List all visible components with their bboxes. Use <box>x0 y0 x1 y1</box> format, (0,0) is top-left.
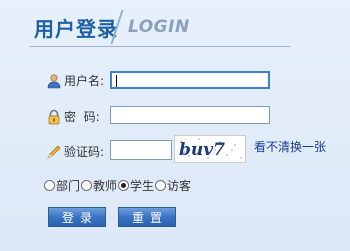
page-title: 用户登录 <box>34 17 118 41</box>
login-panel: 用户登录 LOGIN 用户名: 密 码: 验证码: buv7 看不清换一张 部门… <box>0 0 350 251</box>
captcha-label: 验证码: <box>64 145 105 159</box>
role-label-student: 学生 <box>130 179 155 193</box>
username-label: 用户名: <box>64 74 105 88</box>
captcha-refresh-link[interactable]: 看不清换一张 <box>254 138 326 155</box>
role-option-department[interactable]: 部门 <box>44 177 80 194</box>
role-option-teacher[interactable]: 教师 <box>81 177 117 194</box>
role-label-department: 部门 <box>56 179 81 193</box>
page-title-en: LOGIN <box>128 17 190 37</box>
text-caret <box>116 75 117 87</box>
radio-student[interactable] <box>118 180 130 191</box>
password-row-label: 密 码: <box>46 108 100 125</box>
role-label-teacher: 教师 <box>93 179 118 193</box>
login-button[interactable]: 登录 <box>48 207 106 227</box>
captcha-text: buv7 <box>179 140 225 160</box>
reset-button[interactable]: 重置 <box>118 207 176 227</box>
role-selector: 部门 教师 学生 访客 <box>44 177 192 194</box>
username-row-label: 用户名: <box>46 72 104 89</box>
radio-teacher[interactable] <box>81 180 93 191</box>
user-icon <box>46 73 62 89</box>
username-input[interactable] <box>110 71 270 89</box>
radio-department[interactable] <box>44 180 55 191</box>
header-rule <box>30 46 290 47</box>
captcha-row-label: 验证码: <box>46 143 104 160</box>
role-option-student[interactable]: 学生 <box>118 177 154 194</box>
password-input[interactable] <box>110 106 270 124</box>
radio-visitor[interactable] <box>155 180 167 191</box>
captcha-image[interactable]: buv7 <box>174 135 246 163</box>
role-option-visitor[interactable]: 访客 <box>155 177 191 194</box>
lock-icon <box>46 109 62 125</box>
role-label-visitor: 访客 <box>167 179 192 193</box>
pencil-icon <box>46 144 62 160</box>
password-label: 密 码: <box>64 110 100 124</box>
captcha-input[interactable] <box>110 140 172 160</box>
